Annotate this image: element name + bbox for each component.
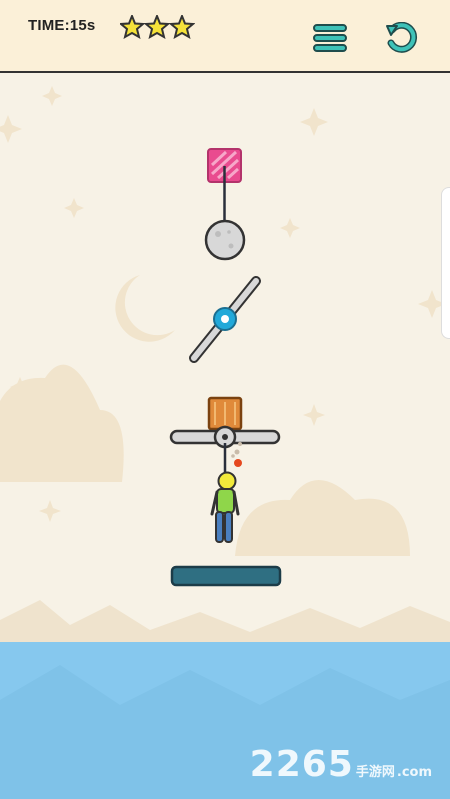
stone-ball [204,219,246,261]
wooden-crate [207,396,243,431]
watermark-domain: .com [396,765,432,780]
star-icon [120,15,146,39]
watermark-brand: 2265 [249,744,354,785]
hanging-stickman [210,443,240,543]
watermark-suffix: 手游网 [355,765,395,780]
cloud-right [235,480,410,556]
watermark: 2265 手游网 .com [250,744,432,785]
top-hud: TIME:15s [0,0,450,73]
spark-effect [231,442,242,467]
star-icon [143,15,171,39]
side-pull-tab[interactable] [441,187,450,339]
star-icon [168,15,195,39]
restart-icon[interactable] [385,22,419,54]
timer-label: TIME:15s [28,17,96,34]
game-scene [0,38,450,799]
rotating-bar[interactable] [189,276,261,363]
landing-platform [170,565,282,587]
background-hills [0,600,450,645]
star-rating [120,15,195,39]
menu-icon[interactable] [313,24,347,52]
moon-icon [115,275,175,342]
